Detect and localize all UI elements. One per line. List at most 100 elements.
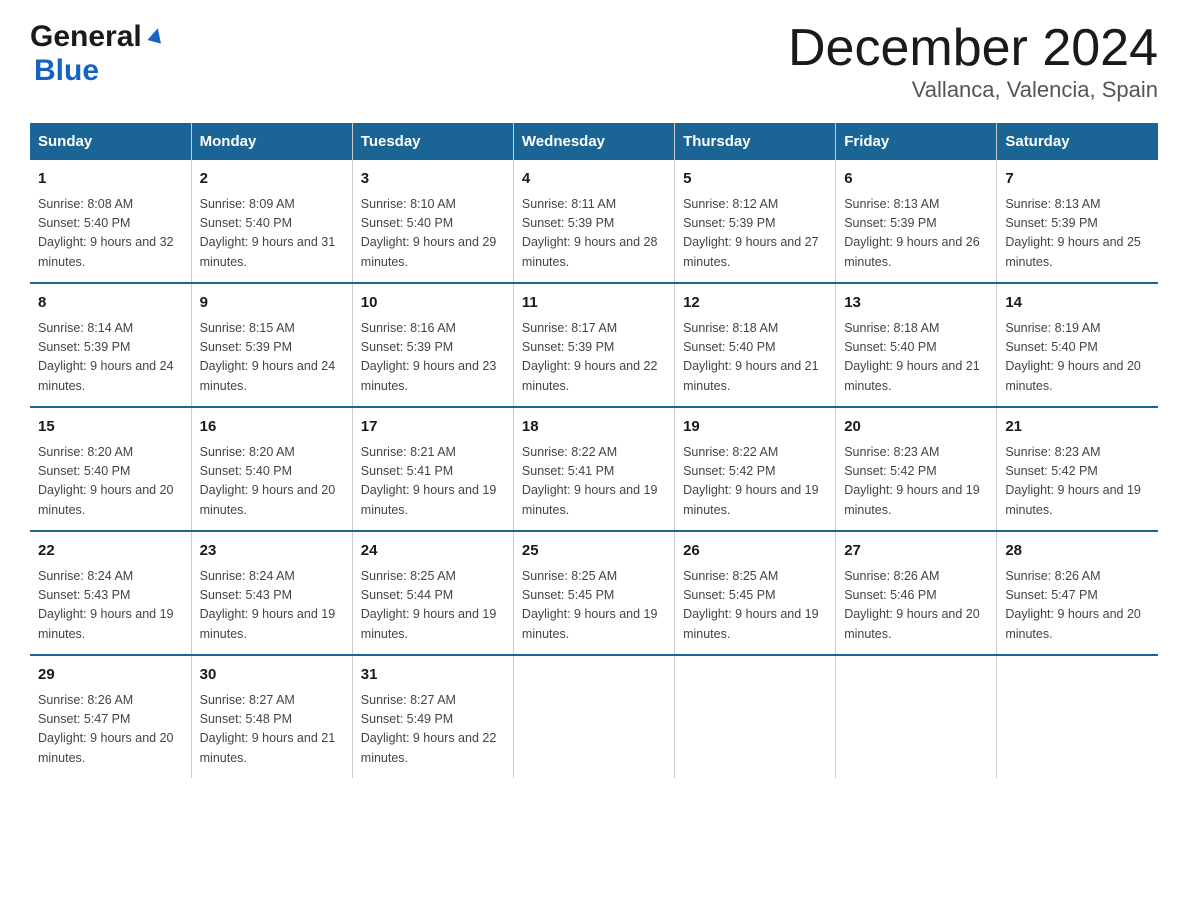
header-wednesday: Wednesday	[513, 123, 674, 160]
day-number: 26	[683, 540, 827, 563]
day-info: Sunrise: 8:25 AMSunset: 5:44 PMDaylight:…	[361, 567, 505, 645]
day-number: 20	[844, 416, 988, 439]
calendar-cell: 4 Sunrise: 8:11 AMSunset: 5:39 PMDaylight…	[513, 160, 674, 283]
day-info: Sunrise: 8:08 AMSunset: 5:40 PMDaylight:…	[38, 195, 183, 273]
day-info: Sunrise: 8:27 AMSunset: 5:48 PMDaylight:…	[200, 691, 344, 769]
logo: General Blue	[30, 20, 167, 88]
calendar-cell: 17 Sunrise: 8:21 AMSunset: 5:41 PMDayligh…	[352, 407, 513, 531]
day-info: Sunrise: 8:16 AMSunset: 5:39 PMDaylight:…	[361, 319, 505, 397]
calendar-cell: 9 Sunrise: 8:15 AMSunset: 5:39 PMDaylight…	[191, 283, 352, 407]
day-number: 13	[844, 292, 988, 315]
day-info: Sunrise: 8:17 AMSunset: 5:39 PMDaylight:…	[522, 319, 666, 397]
day-number: 17	[361, 416, 505, 439]
calendar-cell	[513, 655, 674, 778]
day-info: Sunrise: 8:25 AMSunset: 5:45 PMDaylight:…	[522, 567, 666, 645]
calendar-cell: 21 Sunrise: 8:23 AMSunset: 5:42 PMDayligh…	[997, 407, 1158, 531]
day-info: Sunrise: 8:15 AMSunset: 5:39 PMDaylight:…	[200, 319, 344, 397]
day-number: 23	[200, 540, 344, 563]
day-number: 5	[683, 168, 827, 191]
day-info: Sunrise: 8:23 AMSunset: 5:42 PMDaylight:…	[844, 443, 988, 521]
header-thursday: Thursday	[675, 123, 836, 160]
day-number: 6	[844, 168, 988, 191]
calendar-cell: 11 Sunrise: 8:17 AMSunset: 5:39 PMDayligh…	[513, 283, 674, 407]
day-info: Sunrise: 8:20 AMSunset: 5:40 PMDaylight:…	[38, 443, 183, 521]
day-number: 14	[1005, 292, 1150, 315]
calendar-cell: 19 Sunrise: 8:22 AMSunset: 5:42 PMDayligh…	[675, 407, 836, 531]
day-info: Sunrise: 8:24 AMSunset: 5:43 PMDaylight:…	[200, 567, 344, 645]
calendar-cell	[675, 655, 836, 778]
header-sunday: Sunday	[30, 123, 191, 160]
calendar-cell: 23 Sunrise: 8:24 AMSunset: 5:43 PMDayligh…	[191, 531, 352, 655]
calendar-cell: 16 Sunrise: 8:20 AMSunset: 5:40 PMDayligh…	[191, 407, 352, 531]
day-info: Sunrise: 8:26 AMSunset: 5:46 PMDaylight:…	[844, 567, 988, 645]
day-number: 21	[1005, 416, 1150, 439]
day-info: Sunrise: 8:19 AMSunset: 5:40 PMDaylight:…	[1005, 319, 1150, 397]
day-number: 25	[522, 540, 666, 563]
day-number: 28	[1005, 540, 1150, 563]
day-info: Sunrise: 8:22 AMSunset: 5:42 PMDaylight:…	[683, 443, 827, 521]
location-title: Vallanca, Valencia, Spain	[788, 77, 1158, 103]
day-info: Sunrise: 8:23 AMSunset: 5:42 PMDaylight:…	[1005, 443, 1150, 521]
page-header: General Blue December 2024 Vallanca, Val…	[30, 20, 1158, 103]
calendar-cell: 30 Sunrise: 8:27 AMSunset: 5:48 PMDayligh…	[191, 655, 352, 778]
day-info: Sunrise: 8:18 AMSunset: 5:40 PMDaylight:…	[683, 319, 827, 397]
day-info: Sunrise: 8:24 AMSunset: 5:43 PMDaylight:…	[38, 567, 183, 645]
calendar-cell: 22 Sunrise: 8:24 AMSunset: 5:43 PMDayligh…	[30, 531, 191, 655]
header-saturday: Saturday	[997, 123, 1158, 160]
day-info: Sunrise: 8:18 AMSunset: 5:40 PMDaylight:…	[844, 319, 988, 397]
day-info: Sunrise: 8:25 AMSunset: 5:45 PMDaylight:…	[683, 567, 827, 645]
day-info: Sunrise: 8:27 AMSunset: 5:49 PMDaylight:…	[361, 691, 505, 769]
day-info: Sunrise: 8:14 AMSunset: 5:39 PMDaylight:…	[38, 319, 183, 397]
day-info: Sunrise: 8:26 AMSunset: 5:47 PMDaylight:…	[38, 691, 183, 769]
day-info: Sunrise: 8:13 AMSunset: 5:39 PMDaylight:…	[844, 195, 988, 273]
calendar-cell	[997, 655, 1158, 778]
day-number: 1	[38, 168, 183, 191]
day-number: 7	[1005, 168, 1150, 191]
calendar-table: SundayMondayTuesdayWednesdayThursdayFrid…	[30, 123, 1158, 778]
calendar-cell: 3Sunrise: 8:10 AMSunset: 5:40 PMDaylight…	[352, 160, 513, 283]
day-info: Sunrise: 8:26 AMSunset: 5:47 PMDaylight:…	[1005, 567, 1150, 645]
day-number: 3	[361, 168, 505, 191]
calendar-cell: 5Sunrise: 8:12 AMSunset: 5:39 PMDaylight…	[675, 160, 836, 283]
day-number: 4	[522, 168, 666, 191]
calendar-cell: 10 Sunrise: 8:16 AMSunset: 5:39 PMDayligh…	[352, 283, 513, 407]
day-info: Sunrise: 8:20 AMSunset: 5:40 PMDaylight:…	[200, 443, 344, 521]
day-number: 11	[522, 292, 666, 315]
calendar-header-row: SundayMondayTuesdayWednesdayThursdayFrid…	[30, 123, 1158, 160]
day-number: 31	[361, 664, 505, 687]
calendar-cell: 29 Sunrise: 8:26 AMSunset: 5:47 PMDayligh…	[30, 655, 191, 778]
calendar-week-row: 29 Sunrise: 8:26 AMSunset: 5:47 PMDayligh…	[30, 655, 1158, 778]
day-number: 30	[200, 664, 344, 687]
calendar-week-row: 15Sunrise: 8:20 AMSunset: 5:40 PMDayligh…	[30, 407, 1158, 531]
day-number: 9	[200, 292, 344, 315]
day-number: 18	[522, 416, 666, 439]
day-info: Sunrise: 8:11 AMSunset: 5:39 PMDaylight:…	[522, 195, 666, 273]
calendar-cell: 2 Sunrise: 8:09 AMSunset: 5:40 PMDaylight…	[191, 160, 352, 283]
calendar-cell: 18 Sunrise: 8:22 AMSunset: 5:41 PMDayligh…	[513, 407, 674, 531]
calendar-cell: 15Sunrise: 8:20 AMSunset: 5:40 PMDayligh…	[30, 407, 191, 531]
calendar-cell: 7 Sunrise: 8:13 AMSunset: 5:39 PMDaylight…	[997, 160, 1158, 283]
calendar-cell: 27 Sunrise: 8:26 AMSunset: 5:46 PMDayligh…	[836, 531, 997, 655]
header-monday: Monday	[191, 123, 352, 160]
day-info: Sunrise: 8:13 AMSunset: 5:39 PMDaylight:…	[1005, 195, 1150, 273]
day-number: 2	[200, 168, 344, 191]
day-info: Sunrise: 8:21 AMSunset: 5:41 PMDaylight:…	[361, 443, 505, 521]
day-number: 10	[361, 292, 505, 315]
calendar-week-row: 22 Sunrise: 8:24 AMSunset: 5:43 PMDayligh…	[30, 531, 1158, 655]
calendar-cell: 24Sunrise: 8:25 AMSunset: 5:44 PMDayligh…	[352, 531, 513, 655]
day-number: 19	[683, 416, 827, 439]
day-number: 29	[38, 664, 183, 687]
day-info: Sunrise: 8:22 AMSunset: 5:41 PMDaylight:…	[522, 443, 666, 521]
day-number: 27	[844, 540, 988, 563]
day-info: Sunrise: 8:09 AMSunset: 5:40 PMDaylight:…	[200, 195, 344, 273]
day-number: 22	[38, 540, 183, 563]
header-tuesday: Tuesday	[352, 123, 513, 160]
calendar-week-row: 1 Sunrise: 8:08 AMSunset: 5:40 PMDaylight…	[30, 160, 1158, 283]
header-friday: Friday	[836, 123, 997, 160]
calendar-cell: 13 Sunrise: 8:18 AMSunset: 5:40 PMDayligh…	[836, 283, 997, 407]
calendar-cell: 1 Sunrise: 8:08 AMSunset: 5:40 PMDaylight…	[30, 160, 191, 283]
day-number: 8	[38, 292, 183, 315]
day-number: 12	[683, 292, 827, 315]
day-number: 16	[200, 416, 344, 439]
calendar-cell: 14 Sunrise: 8:19 AMSunset: 5:40 PMDayligh…	[997, 283, 1158, 407]
